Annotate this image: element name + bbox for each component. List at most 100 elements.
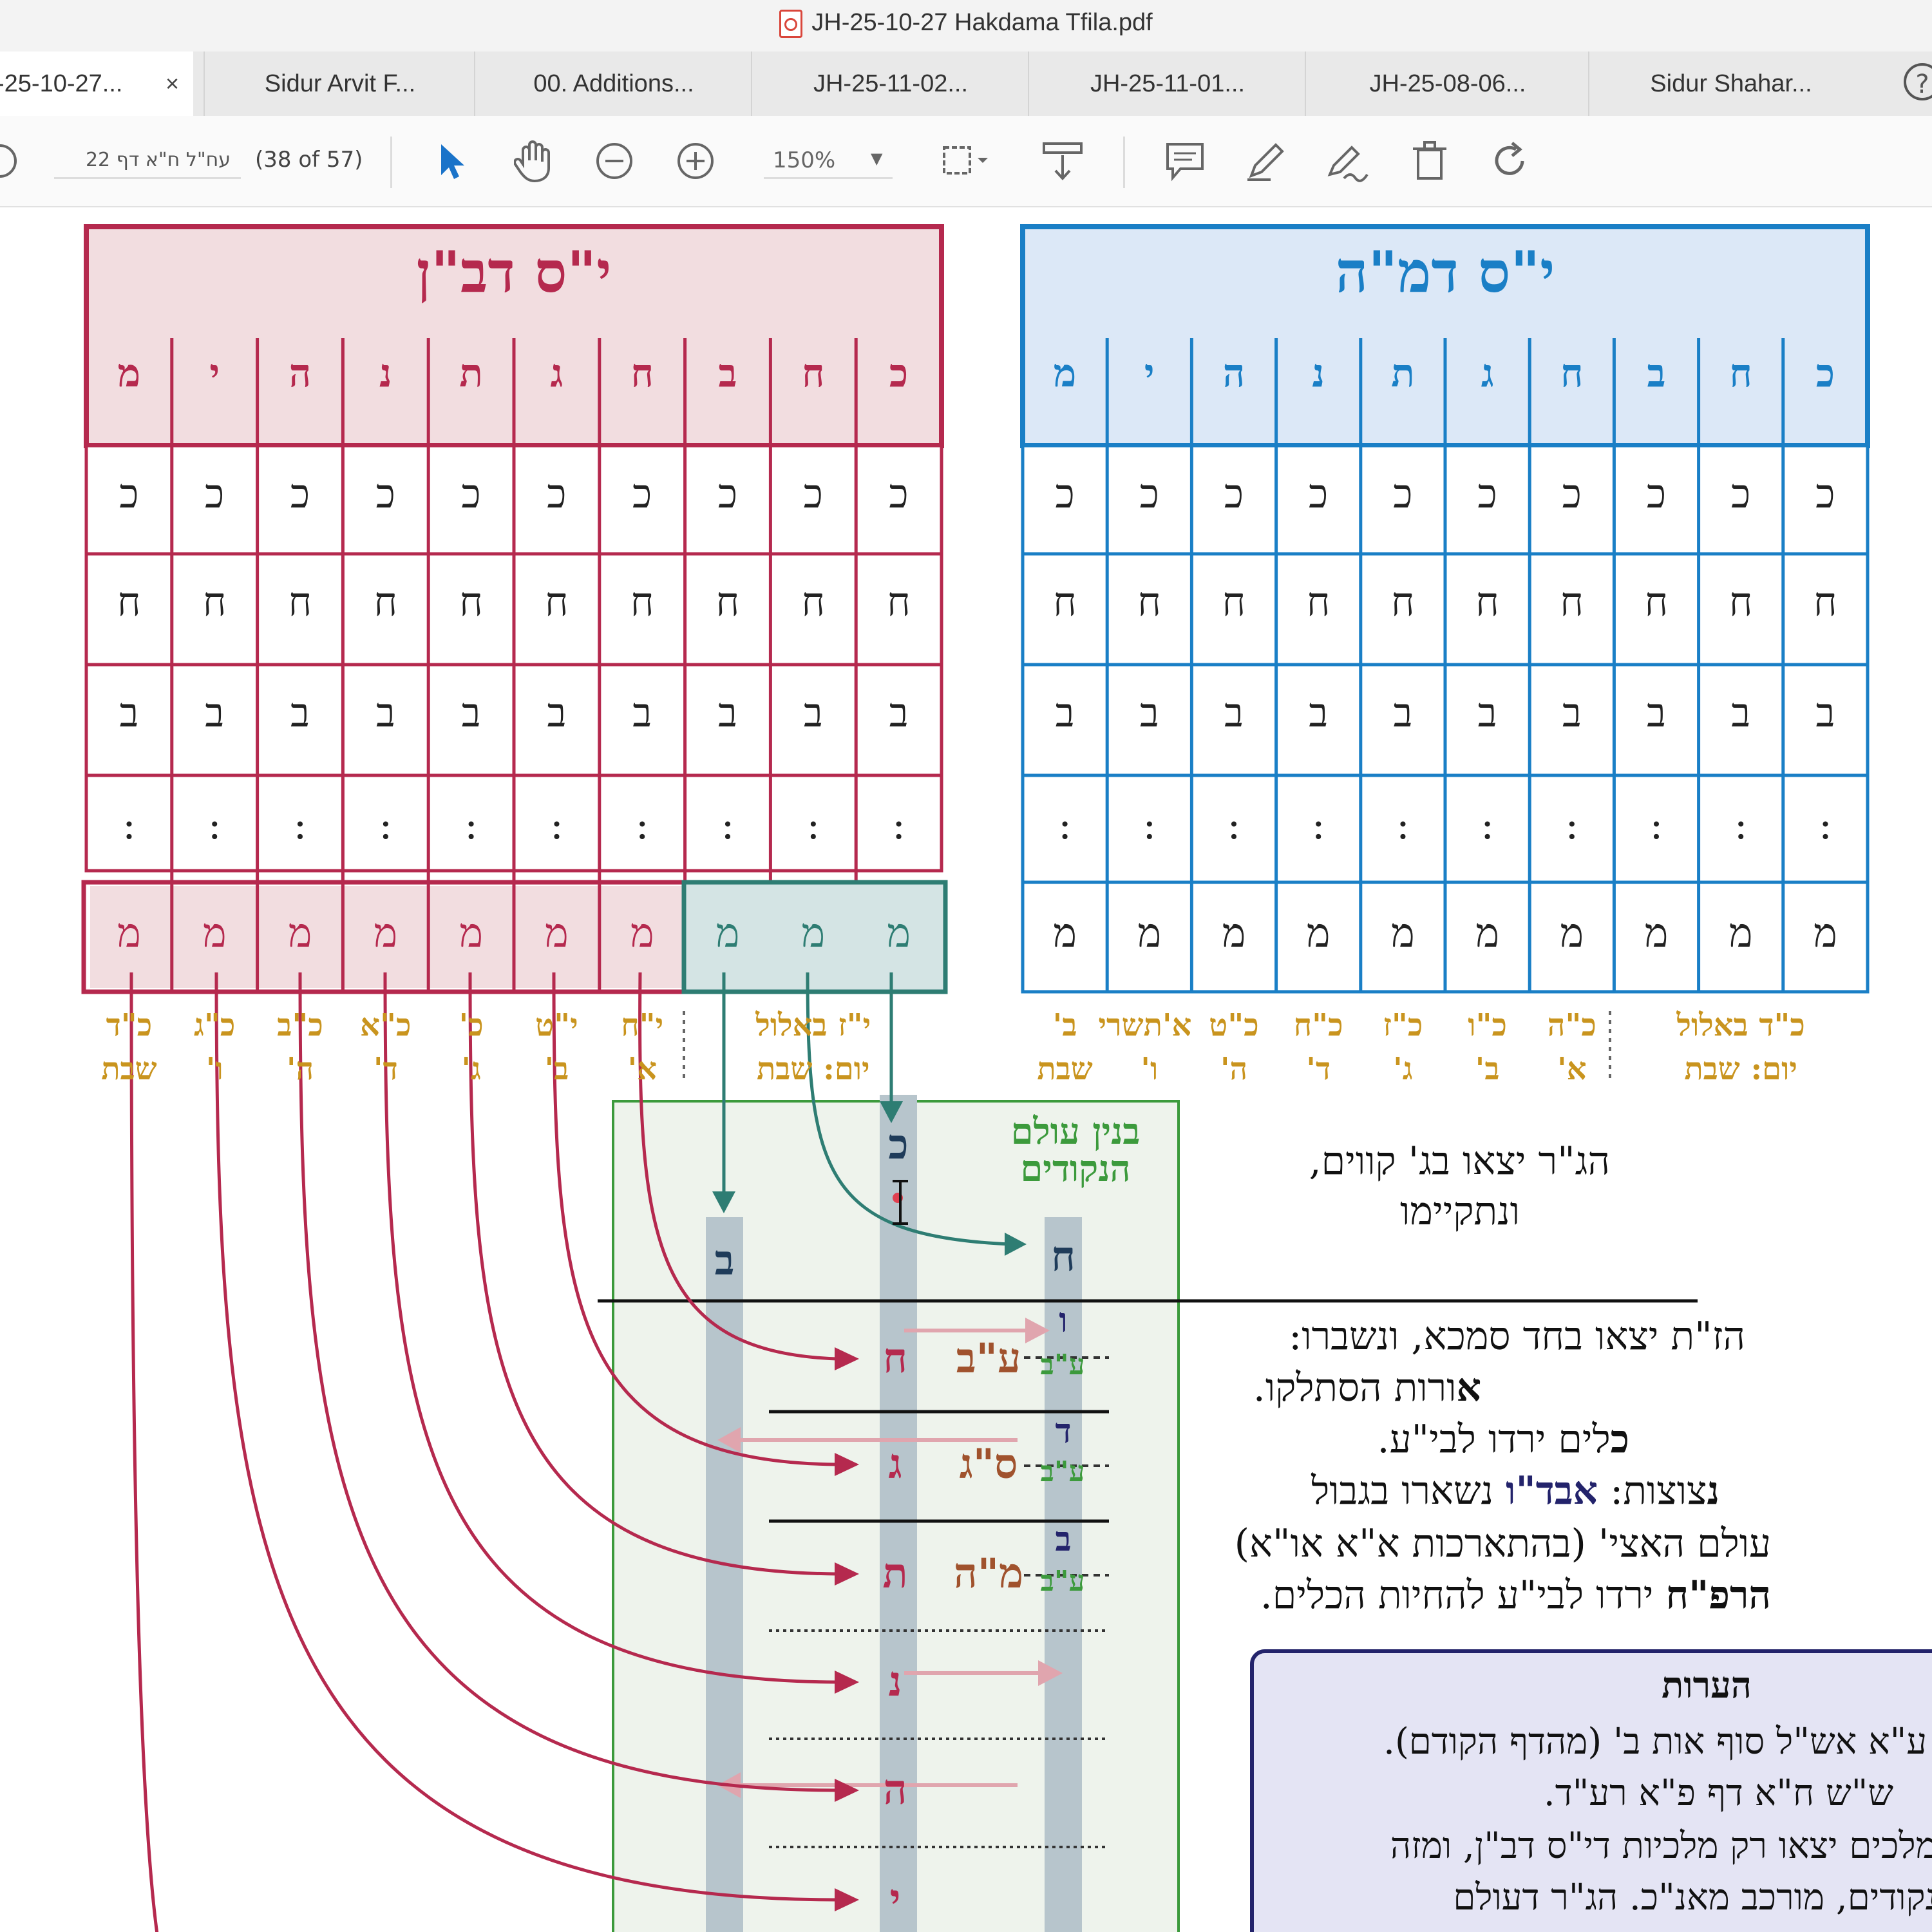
scroll-mode-icon[interactable]: [1037, 135, 1088, 187]
tab-jh-25-11-01[interactable]: JH-25-11-01...: [1028, 52, 1306, 116]
left-bottom-cell: מ: [117, 909, 141, 956]
left-header-letter: ב: [718, 351, 737, 396]
right-grid-cell: :: [1311, 801, 1325, 848]
left-grid-cell: כ: [205, 470, 225, 517]
right-bottom-cell: מ: [1053, 909, 1077, 956]
tab-sidur-shahar[interactable]: Sidur Shahar...: [1588, 52, 1873, 116]
right-bottom-cell: מ: [1560, 909, 1584, 956]
center-mid-letter: ה: [883, 1766, 907, 1814]
left-day-label: ו': [205, 1051, 223, 1087]
right-header-letter: כ: [1815, 351, 1835, 396]
page-number-input[interactable]: עח"ל ח"א דף 22: [54, 142, 241, 179]
tab-jh-25-11-02[interactable]: JH-25-11-02...: [751, 52, 1029, 116]
note-line: כלים ירדו לבי"ע.: [1377, 1417, 1629, 1462]
right-grid-cell: ח: [1728, 578, 1753, 625]
select-arrow-icon[interactable]: [425, 135, 477, 187]
left-grid-cell: :: [549, 801, 564, 848]
left-grid-cell: ח: [374, 578, 398, 625]
left-grid-cell: ח: [715, 578, 740, 625]
left-bottom-cell: מ: [545, 909, 569, 956]
remarks-line: הנקודים, מורכב מאנ"כ. הג"ר דעולם: [1453, 1877, 1932, 1918]
chevron-down-icon[interactable]: ▼: [871, 149, 882, 167]
left-grid-cell: :: [635, 801, 649, 848]
right-date-label: ב': [1052, 1007, 1077, 1043]
right-grid-cell: :: [1818, 801, 1832, 848]
right-date-label: כ"ט: [1209, 1007, 1259, 1043]
center-letter-het: ח: [1051, 1233, 1075, 1281]
left-bottom-cell: מ: [715, 909, 740, 956]
remarks-line: המלכים יצאו רק מלכיות די"ס דב"ן, ומזה: [1390, 1825, 1932, 1867]
right-grid-cell: ח: [1222, 578, 1246, 625]
right-grid-cell: :: [1396, 801, 1410, 848]
help-icon[interactable]: ?: [1904, 63, 1932, 100]
left-grid-cell: כ: [375, 470, 395, 517]
note-line: אורות הסתלקו.: [1253, 1365, 1481, 1410]
right-grid-cell: ב: [1815, 689, 1835, 736]
left-header-letter: נ: [379, 351, 392, 396]
right-grid-cell: ח: [1475, 578, 1499, 625]
tab-sidur-arvit[interactable]: Sidur Arvit F...: [204, 52, 475, 116]
left-grid-cell: :: [806, 801, 820, 848]
left-grid-cell: ב: [290, 689, 310, 736]
fit-page-icon[interactable]: [940, 135, 992, 187]
left-grid-cell: ח: [459, 578, 483, 625]
right-grid-cell: :: [1734, 801, 1748, 848]
left-grid-cell: :: [892, 801, 906, 848]
left-header-letter: כ: [889, 351, 909, 396]
note-line: עולם האצי' (בהתארכות א"א או"א): [1234, 1521, 1771, 1566]
left-header-letter: ח: [802, 351, 825, 396]
left-grid-cell: ב: [205, 689, 225, 736]
left-grid-cell: :: [464, 801, 478, 848]
right-grid-cell: ב: [1139, 689, 1159, 736]
left-day-label: יום: שבת: [756, 1051, 870, 1087]
left-grid-cell: :: [207, 801, 222, 848]
left-date-label: כ': [459, 1007, 484, 1043]
right-column-label: ע"ב: [1040, 1349, 1085, 1381]
tab-active[interactable]: -25-10-27... ×: [0, 52, 193, 116]
right-grid-cell: :: [1649, 801, 1663, 848]
left-grid-cell: ב: [718, 689, 737, 736]
tab-additions[interactable]: 00. Additions...: [474, 52, 752, 116]
zoom-in-icon[interactable]: [670, 135, 721, 187]
right-day-label: שבת: [1037, 1051, 1093, 1087]
tab-jh-25-08-06[interactable]: JH-25-08-06...: [1305, 52, 1589, 116]
right-header-letter: מ: [1053, 351, 1077, 396]
right-grid-cell: כ: [1393, 470, 1413, 517]
center-mid-letter: ח: [883, 1334, 907, 1383]
left-grid-cell: ב: [547, 689, 567, 736]
left-grid-cell: ב: [889, 689, 909, 736]
pdf-file-icon: [779, 9, 803, 38]
prev-page-icon[interactable]: [0, 135, 26, 187]
rotate-icon[interactable]: [1485, 135, 1537, 187]
center-letter-bet: ב: [714, 1236, 735, 1285]
pen-icon[interactable]: [1240, 135, 1292, 187]
right-grid-cell: ח: [1306, 578, 1331, 625]
left-header-letter: ה: [289, 351, 312, 396]
left-date-label: כ"ב: [277, 1007, 323, 1043]
pdf-page: י"ס דב"ן י"ס דמ"ה בנין עולם הנקודים ב כ …: [0, 206, 1932, 1932]
comment-icon[interactable]: [1159, 135, 1211, 187]
left-bottom-cell: מ: [630, 909, 654, 956]
right-grid-cell: :: [1227, 801, 1241, 848]
right-grid-cell: כ: [1139, 470, 1159, 517]
right-grid-cell: ח: [1053, 578, 1077, 625]
right-day-label: א': [1557, 1051, 1587, 1087]
left-bottom-cell: מ: [887, 909, 911, 956]
right-header-letter: ג: [1481, 351, 1494, 396]
right-grid-cell: :: [1142, 801, 1157, 848]
left-grid-cell: ב: [119, 689, 139, 736]
remarks-line: ש"ש ח"א דף פ"א רע"ד.: [1543, 1772, 1893, 1814]
left-grid-cell: כ: [803, 470, 823, 517]
tab-close-icon[interactable]: ×: [166, 52, 179, 116]
left-header-letter: י: [209, 351, 220, 396]
page-count: (38 of 57): [255, 147, 363, 173]
toolbar-divider: [390, 137, 392, 188]
right-grid-cell: כ: [1224, 470, 1244, 517]
zoom-out-icon[interactable]: [589, 135, 640, 187]
trash-icon[interactable]: [1404, 135, 1455, 187]
left-panel-title: י"ס דב"ן: [416, 238, 612, 305]
right-date-label: כ"ה: [1547, 1007, 1596, 1043]
right-day-label: ד': [1306, 1051, 1331, 1087]
sign-icon[interactable]: [1321, 135, 1373, 187]
hand-tool-icon[interactable]: [509, 135, 560, 187]
